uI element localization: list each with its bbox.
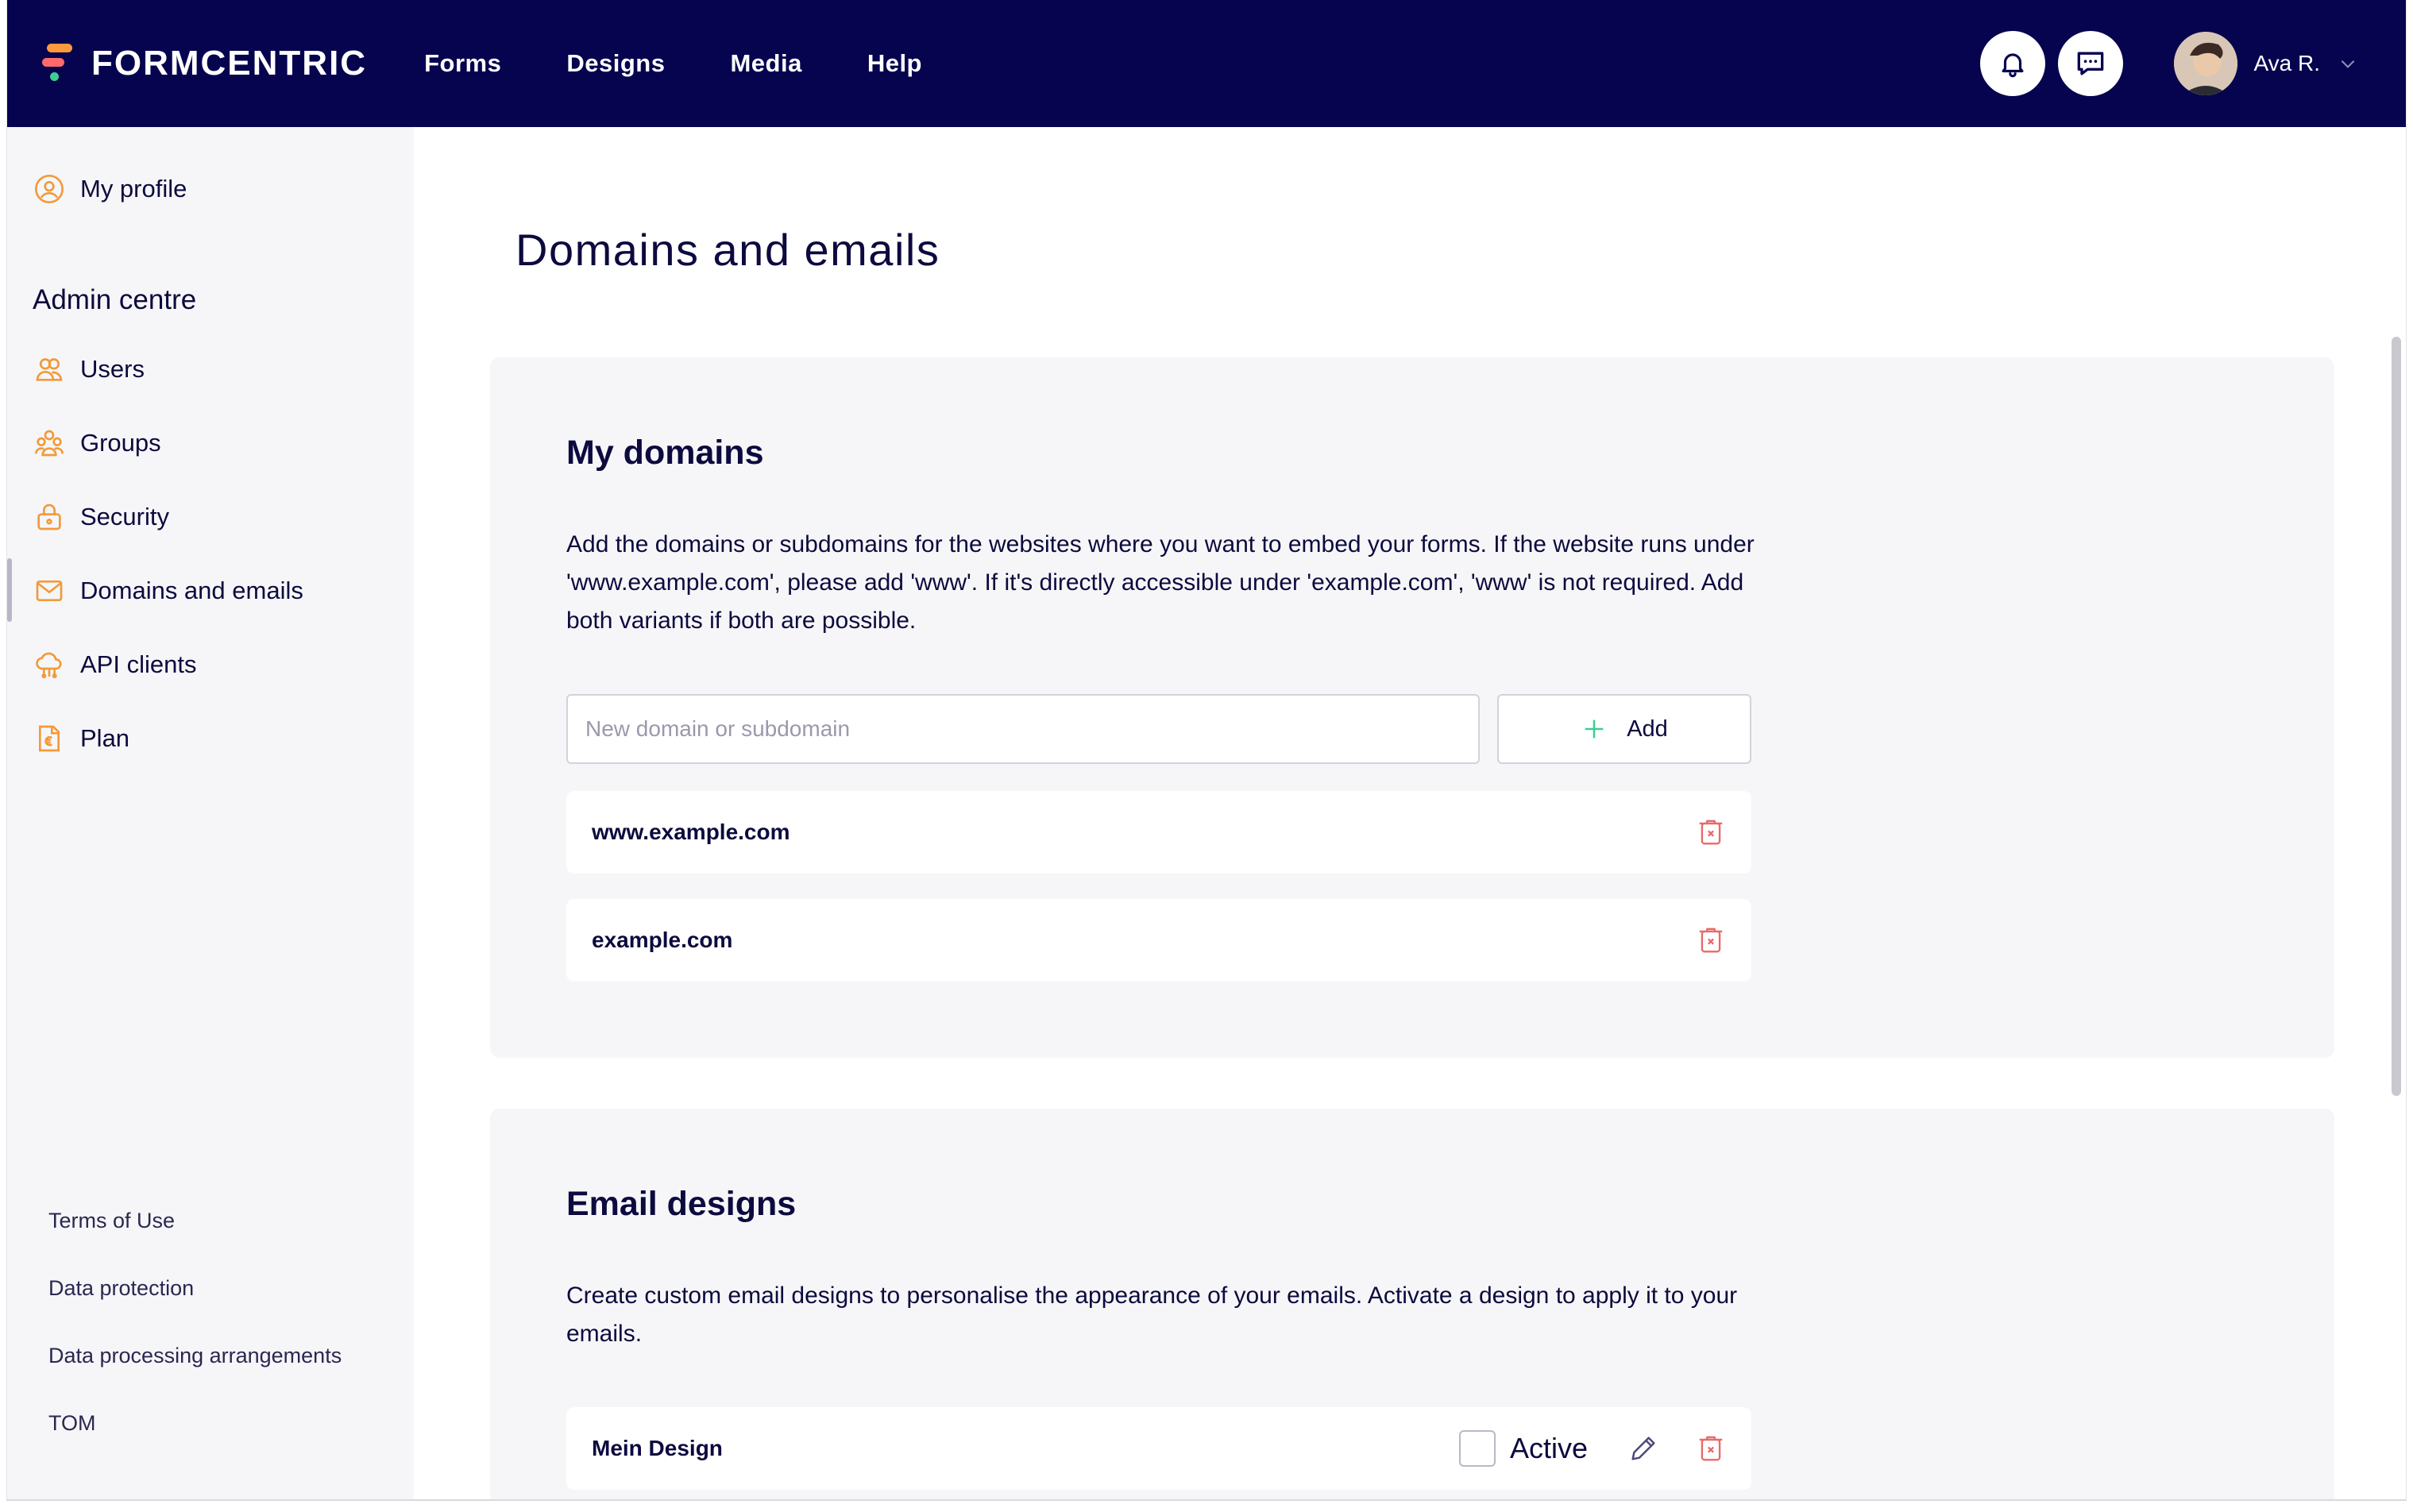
sidebar-item-users[interactable]: Users [33,345,145,393]
user-name[interactable]: Ava R. [2253,51,2320,76]
sidebar-item-label: Domains and emails [80,577,303,604]
sidebar-item-label: Users [80,355,145,383]
nav-right: Ava R. [1967,0,2358,127]
sidebar-item-label: My profile [80,175,187,202]
euro-document-icon [33,722,66,755]
sidebar-item-domains-and-emails[interactable]: Domains and emails [33,567,303,615]
domain-row: www.example.com [566,791,1751,874]
email-design-row: Mein Design Active [566,1407,1751,1490]
notifications-button[interactable] [1980,31,2046,96]
sidebar-item-api-clients[interactable]: API clients [33,641,196,688]
domain-name: example.com [592,928,733,952]
nav-forms[interactable]: Forms [424,49,501,78]
logo-mark-icon [42,42,74,85]
sidebar-item-my-profile[interactable]: My profile [33,165,187,213]
trash-icon [1699,1436,1723,1461]
domains-title: My domains [566,434,764,472]
active-label: Active [1509,1432,1588,1464]
sidebar-item-security[interactable]: Security [33,493,169,541]
sidebar-item-label: Plan [80,724,130,752]
sidebar-item-label: API clients [80,650,197,678]
main-nav: Forms Designs Media Help [424,49,987,78]
terms-of-use-link[interactable]: Terms of Use [48,1209,175,1233]
active-checkbox[interactable] [1458,1430,1496,1467]
domain-name: www.example.com [592,820,790,844]
email-designs-title: Email designs [566,1185,797,1223]
scrollbar[interactable] [2392,337,2401,1096]
delete-domain-button[interactable] [1696,816,1726,848]
pencil-icon [1631,1437,1655,1460]
trash-icon [1699,820,1723,845]
sidebar-item-label: Groups [80,429,161,457]
chat-icon [2078,52,2104,75]
nav-help[interactable]: Help [867,49,922,78]
edit-design-button[interactable] [1627,1433,1659,1464]
email-design-name: Mein Design [592,1436,723,1460]
domain-input[interactable] [566,694,1480,764]
add-domain-button[interactable]: Add [1497,694,1751,764]
chevron-down-icon[interactable] [2338,53,2358,74]
user-circle-icon [33,172,66,206]
groups-icon [33,426,66,460]
app-window: FORMCENTRIC Forms Designs Media Help Ava… [6,0,2407,1501]
lock-icon [33,500,66,534]
top-navigation: FORMCENTRIC Forms Designs Media Help Ava… [7,0,2406,127]
mail-icon [33,574,66,608]
domains-card: My domains Add the domains or subdomains… [490,357,2334,1058]
add-label: Add [1627,716,1668,742]
delete-design-button[interactable] [1696,1433,1726,1464]
delete-domain-button[interactable] [1696,924,1726,956]
brand-name: FORMCENTRIC [91,44,368,83]
bell-icon [2002,53,2024,78]
data-processing-link[interactable]: Data processing arrangements [48,1344,342,1368]
tom-link[interactable]: TOM [48,1411,96,1436]
domains-description: Add the domains or subdomains for the we… [566,531,1755,634]
domain-row: example.com [566,899,1751,982]
brand-logo[interactable]: FORMCENTRIC [42,42,367,85]
plus-icon [1581,716,1608,742]
email-designs-description: Create custom email designs to personali… [566,1282,1738,1347]
email-designs-card: Email designs Create custom email design… [490,1109,2334,1499]
sidebar: My profile Admin centre Users Groups Sec… [7,127,433,1499]
active-indicator [7,558,12,622]
nav-media[interactable]: Media [730,49,801,78]
sidebar-item-label: Security [80,503,169,530]
chat-button[interactable] [2058,31,2124,96]
data-protection-link[interactable]: Data protection [48,1276,194,1301]
sidebar-item-groups[interactable]: Groups [33,419,161,467]
main-content: Domains and emails My domains Add the do… [414,127,2406,1499]
user-avatar[interactable] [2174,32,2238,95]
trash-icon [1699,928,1723,953]
users-icon [33,353,66,386]
admin-centre-heading: Admin centre [33,284,197,315]
nav-designs[interactable]: Designs [566,49,665,78]
page-title: Domains and emails [515,225,940,275]
sidebar-item-plan[interactable]: Plan [33,715,129,762]
api-icon [33,648,66,681]
